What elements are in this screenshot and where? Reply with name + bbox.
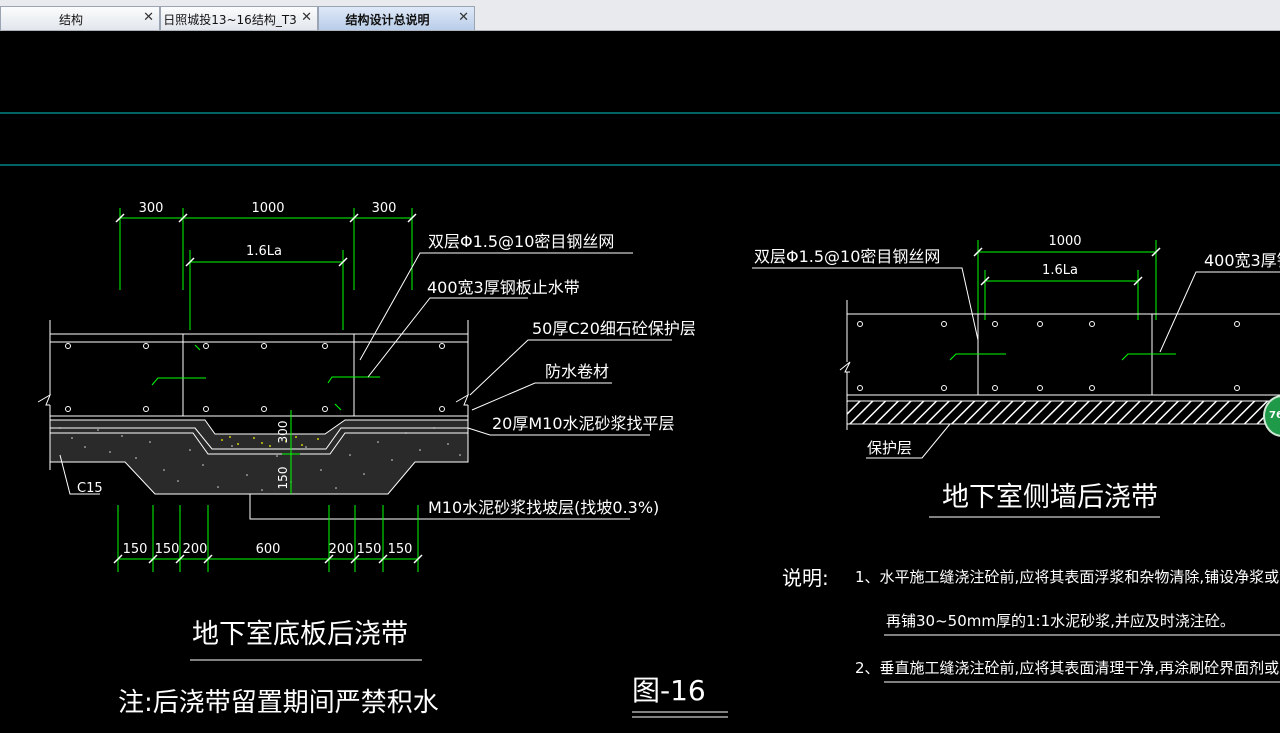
close-icon[interactable]: ✕	[458, 10, 469, 25]
dim-text: 150	[155, 542, 180, 557]
callout-waterstop: 400宽3厚钢板	[1204, 251, 1280, 270]
dim-text: 150	[276, 467, 290, 490]
note-text: 注:后浇带留置期间严禁积水	[118, 688, 439, 718]
tab-label: 日照城投13~16结构_T3	[163, 13, 297, 27]
note-line: 2、垂直施工缝浇注砼前,应将其表面清理干净,再涂刷砼界面剂或水泥基渗透结晶型防水…	[855, 659, 1280, 677]
dim-text: 300	[139, 201, 164, 216]
badge-text: 76	[1269, 410, 1280, 421]
tab-label: 结构设计总说明	[345, 13, 430, 27]
protection-layer-hatch	[846, 400, 1280, 425]
notes-heading: 说明:	[782, 566, 829, 590]
dim-text: 150	[357, 542, 382, 557]
dim-text: 1000	[1048, 234, 1081, 249]
dim-text: 150	[388, 542, 413, 557]
dim-text: 200	[329, 542, 354, 557]
note-line: 1、水平施工缝浇注砼前,应将其表面浮浆和杂物清除,铺设净浆或涂刷砼界面剂、水泥基…	[855, 568, 1280, 586]
dim-text: 1000	[251, 201, 284, 216]
callout-leveling-layer: 20厚M10水泥砂浆找平层	[492, 414, 675, 433]
dim-text: 300	[372, 201, 397, 216]
tab-structure[interactable]: 结构 ✕	[0, 6, 160, 30]
tab-structural-design-notes[interactable]: 结构设计总说明 ✕	[318, 6, 475, 30]
dim-text: 150	[123, 542, 148, 557]
bottom-slab-detail: 300 1000 300 1.6La 300 150 C15 双层Φ1.5@10…	[37, 201, 696, 718]
close-icon[interactable]: ✕	[143, 10, 154, 25]
dim-text: 1.6La	[246, 244, 282, 259]
detail-title: 地下室侧墙后浇带	[942, 482, 1158, 513]
callout-protect-layer: 50厚C20细石砼保护层	[532, 319, 696, 338]
note-line: 再铺30~50mm厚的1:1水泥砂浆,并应及时浇注砼。	[886, 612, 1235, 630]
tab-label: 结构	[58, 13, 83, 27]
label-protect-layer: 保护层	[867, 439, 912, 457]
label-c15: C15	[77, 481, 103, 496]
dim-text: 600	[256, 542, 281, 557]
close-icon[interactable]: ✕	[301, 10, 312, 25]
tab-rizhao-structure-t3[interactable]: 日照城投13~16结构_T3 ✕	[160, 6, 318, 30]
dim-text: 1.6La	[1042, 263, 1078, 278]
detail-title: 地下室底板后浇带	[192, 619, 408, 650]
figure-label: 图-16	[632, 674, 706, 707]
notes-section: 说明: 1、水平施工缝浇注砼前,应将其表面浮浆和杂物清除,铺设净浆或涂刷砼界面剂…	[782, 566, 1280, 683]
callout-membrane: 防水卷材	[545, 362, 609, 381]
callout-steel-mesh: 双层Φ1.5@10密目钢丝网	[754, 247, 940, 266]
dim-text: 300	[276, 421, 290, 444]
callout-waterstop: 400宽3厚钢板止水带	[427, 278, 580, 297]
tab-bar: 结构 ✕ 日照城投13~16结构_T3 ✕ 结构设计总说明 ✕	[0, 0, 1280, 31]
side-wall-detail: 1000 1.6La 双层Φ1.5@10密目钢丝网 400宽3厚 保护层 地下室…	[752, 234, 1280, 518]
cad-drawing-canvas[interactable]: 300 1000 300 1.6La 300 150 C15 双层Φ1.5@10…	[0, 31, 1280, 733]
dim-text: 200	[183, 542, 208, 557]
callout-slope-layer: M10水泥砂浆找坡层(找坡0.3%)	[428, 498, 659, 517]
callout-steel-mesh: 双层Φ1.5@10密目钢丝网	[428, 232, 614, 251]
